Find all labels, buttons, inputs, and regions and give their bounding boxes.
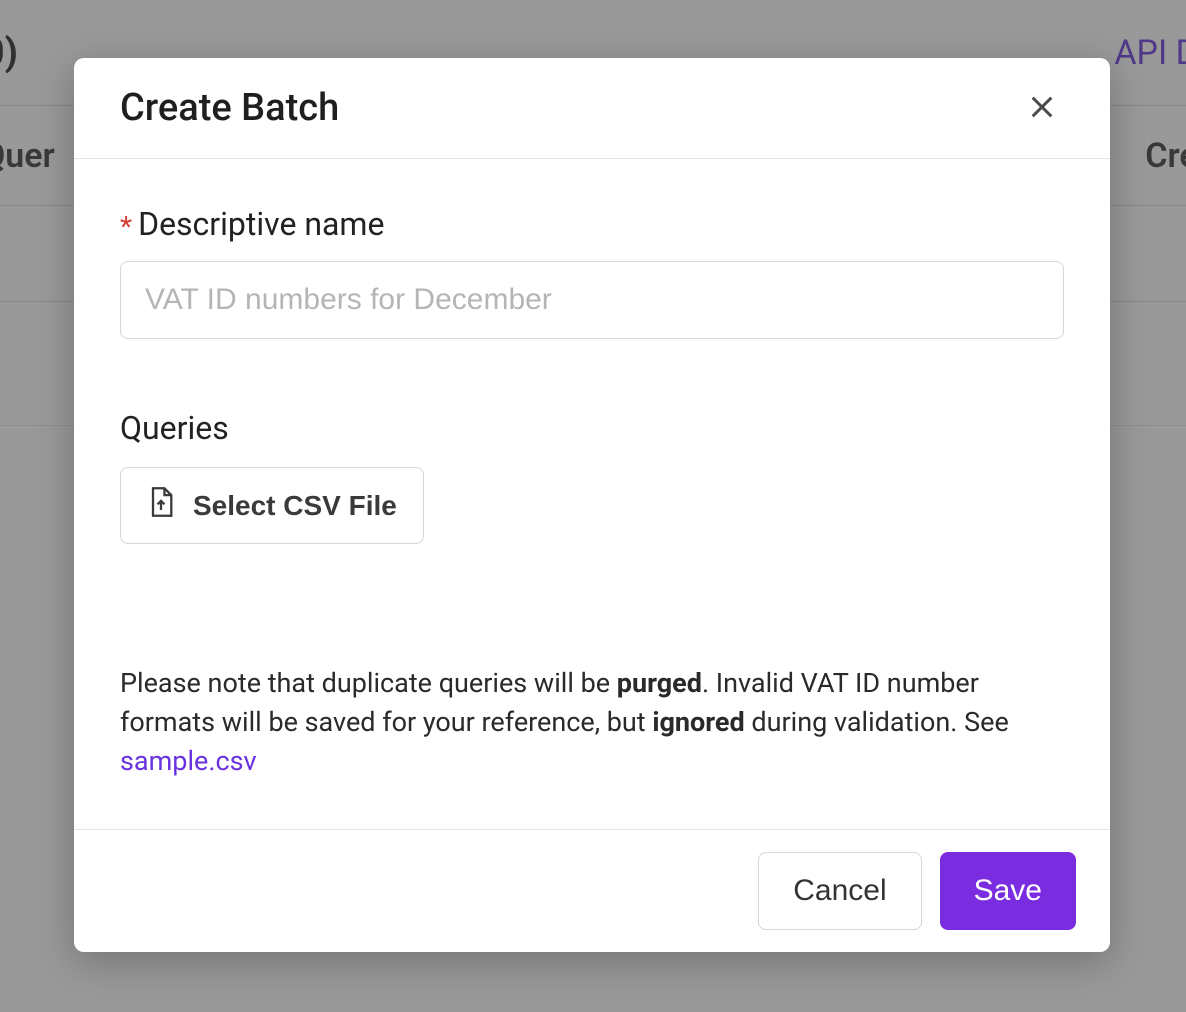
close-button[interactable] (1020, 86, 1064, 130)
select-csv-file-label: Select CSV File (193, 490, 397, 522)
select-csv-file-button[interactable]: Select CSV File (120, 467, 424, 544)
descriptive-name-label: *Descriptive name (120, 205, 1064, 243)
close-icon (1028, 93, 1056, 124)
file-upload-icon (147, 486, 175, 525)
note-ignored: ignored (652, 706, 744, 738)
queries-label: Queries (120, 409, 1064, 447)
modal-header: Create Batch (74, 58, 1110, 159)
modal-body: *Descriptive name Queries Select CSV Fil… (74, 159, 1110, 829)
required-asterisk: * (120, 210, 132, 243)
cancel-button[interactable]: Cancel (758, 852, 921, 930)
note-text: Please note that duplicate queries will … (120, 664, 1064, 781)
modal-title: Create Batch (120, 86, 339, 130)
save-button[interactable]: Save (940, 852, 1076, 930)
note-pre: Please note that duplicate queries will … (120, 667, 617, 699)
note-purged: purged (617, 667, 702, 699)
sample-csv-link[interactable]: sample.csv (120, 745, 257, 777)
descriptive-name-label-text: Descriptive name (138, 205, 384, 243)
create-batch-modal: Create Batch *Descriptive name Queries S… (74, 58, 1110, 952)
modal-footer: Cancel Save (74, 829, 1110, 952)
note-post: during validation. See (745, 706, 1009, 738)
descriptive-name-input[interactable] (120, 261, 1064, 339)
